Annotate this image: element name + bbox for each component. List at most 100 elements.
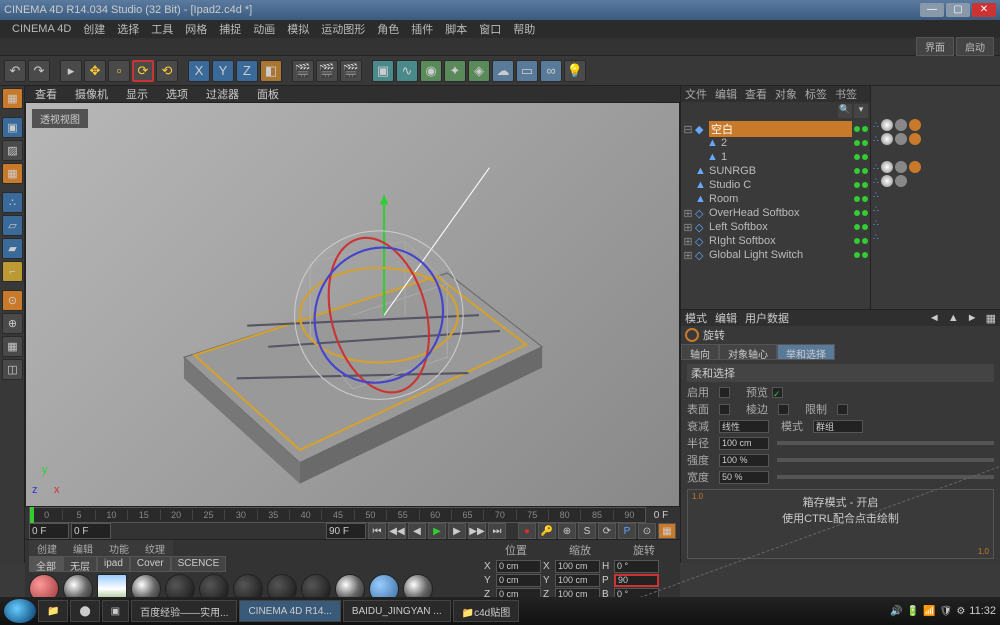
make-editable[interactable]: ▦ xyxy=(2,88,23,109)
menu-模拟[interactable]: 模拟 xyxy=(281,21,315,37)
object-Global Light Switch[interactable]: ⊞◇Global Light Switch xyxy=(683,248,868,262)
start-button[interactable] xyxy=(4,599,36,623)
menu-动画[interactable]: 动画 xyxy=(247,21,281,37)
render-region[interactable]: 🎬 xyxy=(316,60,338,82)
key-param[interactable]: P xyxy=(618,523,636,539)
add-environment[interactable]: ☁ xyxy=(492,60,514,82)
system-tray[interactable]: 🔊🔋📶🛡⚙ 11:32 xyxy=(890,605,996,617)
menu-帮助[interactable]: 帮助 xyxy=(507,21,541,37)
autokey[interactable]: 🔑 xyxy=(538,523,556,539)
record-key[interactable]: ● xyxy=(518,523,536,539)
snap-settings[interactable]: ⊕ xyxy=(2,313,23,334)
render-settings[interactable]: 🎬 xyxy=(340,60,362,82)
move-tool[interactable]: ✥ xyxy=(84,60,106,82)
falloff-graph[interactable]: 箱存模式 - 开启使用CTRL配合点击绘制 1.0 1.0 xyxy=(687,489,994,559)
menu-工具[interactable]: 工具 xyxy=(145,21,179,37)
x-axis-toggle[interactable]: X xyxy=(188,60,210,82)
key-scale[interactable]: S xyxy=(578,523,596,539)
add-light[interactable]: ∞ xyxy=(540,60,562,82)
select-tool[interactable]: ▸ xyxy=(60,60,82,82)
y-axis-toggle[interactable]: Y xyxy=(212,60,234,82)
prev-key[interactable]: ◀◀ xyxy=(388,523,406,539)
add-cube[interactable]: ▣ xyxy=(372,60,394,82)
tags-column: ∴∴∴∴∴∴∴∴ xyxy=(870,86,1000,309)
viewport-menu: 查看摄像机显示选项过滤器面板 xyxy=(25,86,680,102)
next-frame[interactable]: ▶ xyxy=(448,523,466,539)
filter-icon[interactable]: ▾ xyxy=(854,104,868,118)
render-view[interactable]: 🎬 xyxy=(292,60,314,82)
end-frame[interactable] xyxy=(326,523,366,539)
coord-system[interactable]: ◧ xyxy=(260,60,282,82)
workplane[interactable]: ▦ xyxy=(2,336,23,357)
search-icon[interactable]: 🔍 xyxy=(838,104,852,118)
menu-创建[interactable]: 创建 xyxy=(77,21,111,37)
menu-捕捉[interactable]: 捕捉 xyxy=(213,21,247,37)
windows-taskbar: 📁⬤▣百度经验——实用...CINEMA 4D R14...BAIDU_JING… xyxy=(0,597,1000,625)
current-frame[interactable] xyxy=(71,523,111,539)
window-title: CINEMA 4D R14.034 Studio (32 Bit) - [Ipa… xyxy=(4,4,920,16)
main-menu: CINEMA 4D创建选择工具网格捕捉动画模拟运动图形角色插件脚本窗口帮助 xyxy=(0,20,1000,38)
minimize-button[interactable]: — xyxy=(920,3,944,17)
texture-mode[interactable]: ▨ xyxy=(2,140,23,161)
last-tool[interactable]: ⟲ xyxy=(156,60,178,82)
object-1[interactable]: ▲1 xyxy=(683,150,868,164)
rotate-icon xyxy=(685,328,699,342)
key-rot[interactable]: ⟳ xyxy=(598,523,616,539)
object-RIght Softbox[interactable]: ⊞◇RIght Softbox xyxy=(683,234,868,248)
nav-fwd-icon[interactable]: ► xyxy=(967,312,978,324)
object-Room[interactable]: ▲Room xyxy=(683,192,868,206)
mode-toolbar: ▦ ▣ ▨ ▦ ∴ ▱ ▰ ⌐ ⊙ ⊕ ▦ ◫ xyxy=(0,86,25,563)
goto-end[interactable]: ⏭ xyxy=(488,523,506,539)
menu-角色[interactable]: 角色 xyxy=(371,21,405,37)
object-SUNRGB[interactable]: ▲SUNRGB xyxy=(683,164,868,178)
object-OverHead Softbox[interactable]: ⊞◇OverHead Softbox xyxy=(683,206,868,220)
z-axis-toggle[interactable]: Z xyxy=(236,60,258,82)
object-Left Softbox[interactable]: ⊞◇Left Softbox xyxy=(683,220,868,234)
add-spline[interactable]: ∿ xyxy=(396,60,418,82)
start-frame[interactable] xyxy=(29,523,69,539)
nav-back-icon[interactable]: ◄ xyxy=(929,312,940,324)
prev-frame[interactable]: ◀ xyxy=(408,523,426,539)
workplane-mode[interactable]: ▦ xyxy=(2,163,23,184)
undo-button[interactable]: ↶ xyxy=(4,60,26,82)
redo-button[interactable]: ↷ xyxy=(28,60,50,82)
edge-mode[interactable]: ▱ xyxy=(2,215,23,236)
play-button[interactable]: ▶ xyxy=(428,523,446,539)
snap-toggle[interactable]: ⊙ xyxy=(2,290,23,311)
goto-start[interactable]: ⏮ xyxy=(368,523,386,539)
maximize-button[interactable]: ▢ xyxy=(946,3,970,17)
config-icon[interactable]: ▦ xyxy=(986,312,996,325)
attribute-manager: 模式编辑用户数据 ◄ ▲ ► ▦ 旋转 轴向对象轴心举和选择 柔和选择 启用 预… xyxy=(681,309,1000,563)
add-nurbs[interactable]: ◉ xyxy=(420,60,442,82)
quantize[interactable]: ◫ xyxy=(2,359,23,380)
viewport-3d[interactable]: 透视视图 yxz xyxy=(25,102,680,507)
object-空白[interactable]: ⊟◆空白 xyxy=(683,122,868,136)
menu-插件[interactable]: 插件 xyxy=(405,21,439,37)
next-key[interactable]: ▶▶ xyxy=(468,523,486,539)
menu-窗口[interactable]: 窗口 xyxy=(473,21,507,37)
add-generator[interactable]: ✦ xyxy=(444,60,466,82)
preview-checkbox[interactable] xyxy=(772,387,783,398)
menu-网格[interactable]: 网格 xyxy=(179,21,213,37)
menu-CINEMA 4D[interactable]: CINEMA 4D xyxy=(6,23,77,35)
scale-tool[interactable]: ▫ xyxy=(108,60,130,82)
add-deformer[interactable]: ◈ xyxy=(468,60,490,82)
add-camera[interactable]: ▭ xyxy=(516,60,538,82)
polygon-mode[interactable]: ▰ xyxy=(2,238,23,259)
enable-checkbox[interactable] xyxy=(719,387,730,398)
axis-mode[interactable]: ⌐ xyxy=(2,261,23,282)
menu-脚本[interactable]: 脚本 xyxy=(439,21,473,37)
key-pos[interactable]: ⊕ xyxy=(558,523,576,539)
key-opts[interactable]: ▦ xyxy=(658,523,676,539)
menu-选择[interactable]: 选择 xyxy=(111,21,145,37)
key-anim[interactable]: ⊙ xyxy=(638,523,656,539)
nav-up-icon[interactable]: ▲ xyxy=(948,312,959,324)
add-light2[interactable]: 💡 xyxy=(564,60,586,82)
point-mode[interactable]: ∴ xyxy=(2,192,23,213)
model-mode[interactable]: ▣ xyxy=(2,117,23,138)
menu-运动图形[interactable]: 运动图形 xyxy=(315,21,371,37)
close-button[interactable]: ✕ xyxy=(972,3,996,17)
object-Studio C[interactable]: ▲Studio C xyxy=(683,178,868,192)
rotate-tool[interactable]: ⟳ xyxy=(132,60,154,82)
object-2[interactable]: ▲2 xyxy=(683,136,868,150)
